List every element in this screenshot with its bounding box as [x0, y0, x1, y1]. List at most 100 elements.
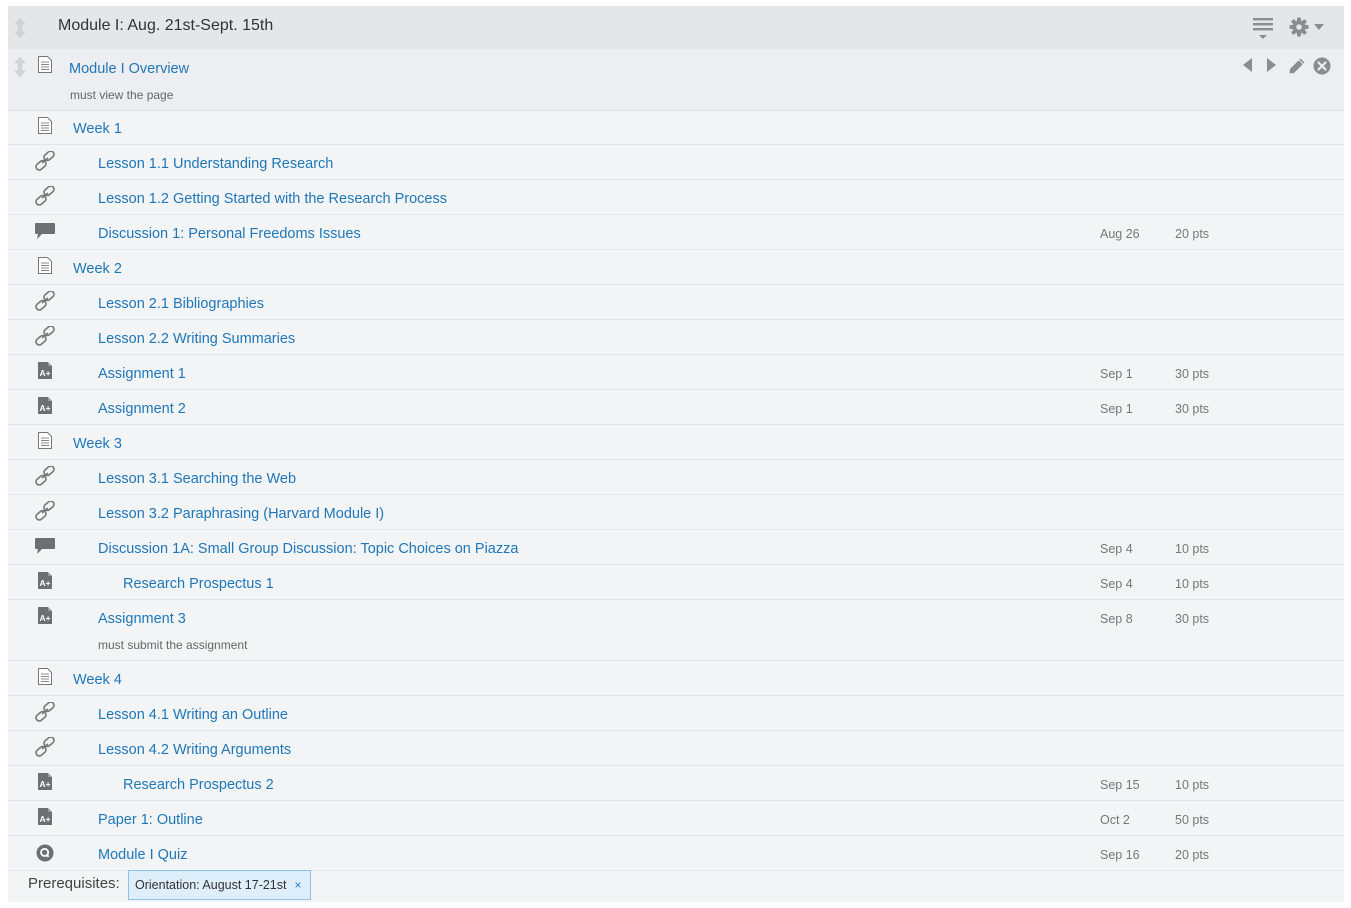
- due-date: Sep 4: [1100, 542, 1133, 556]
- page-icon: [37, 116, 59, 138]
- svg-text:A+: A+: [40, 814, 51, 824]
- module-item: Week 2: [8, 250, 1344, 285]
- module-item-title[interactable]: Lesson 4.2 Writing Arguments: [98, 742, 291, 758]
- assignment-icon: A+: [37, 606, 59, 628]
- assignment-icon: A+: [37, 571, 59, 593]
- module-item-title[interactable]: Lesson 1.2 Getting Started with the Rese…: [98, 191, 447, 207]
- module-item: Lesson 3.2 Paraphrasing (Harvard Module …: [8, 495, 1344, 530]
- module-item: A+ Research Prospectus 2 Sep 15 10 pts: [8, 766, 1344, 801]
- module-item-overview: Module I Overview must view the page: [8, 49, 1344, 111]
- prerequisites: Prerequisites: Orientation: August 17-21…: [8, 870, 1344, 902]
- link-icon: [34, 701, 56, 724]
- module-item: A+ Paper 1: Outline Oct 2 50 pts: [8, 801, 1344, 836]
- discussion-icon: [34, 221, 56, 243]
- module-item: A+ Assignment 3 must submit the assignment…: [8, 600, 1344, 661]
- svg-text:A+: A+: [40, 368, 51, 378]
- module-item: Discussion 1A: Small Group Discussion: T…: [8, 530, 1344, 565]
- page-icon: [37, 667, 59, 689]
- module-item-title[interactable]: Research Prospectus 2: [123, 777, 274, 793]
- points-possible: 20 pts: [1175, 848, 1210, 862]
- link-icon: [34, 736, 56, 759]
- points-possible: 50 pts: [1175, 813, 1210, 827]
- module-item: Lesson 1.2 Getting Started with the Rese…: [8, 180, 1344, 215]
- assignment-icon: A+: [37, 772, 59, 794]
- module-item-title[interactable]: Discussion 1: Personal Freedoms Issues: [98, 226, 361, 242]
- module-item-title[interactable]: Assignment 3: [98, 611, 186, 627]
- points-possible: 10 pts: [1175, 542, 1210, 556]
- module-header: Module I: Aug. 21st-Sept. 15th: [8, 6, 1344, 50]
- drag-handle-icon[interactable]: [13, 17, 27, 39]
- due-date: Sep 1: [1100, 402, 1133, 416]
- move-left-icon[interactable]: [1241, 57, 1255, 73]
- module-item-title[interactable]: Lesson 4.1 Writing an Outline: [98, 707, 288, 723]
- svg-text:A+: A+: [40, 613, 51, 623]
- due-date: Sep 1: [1100, 367, 1133, 381]
- module-item-title[interactable]: Discussion 1A: Small Group Discussion: T…: [98, 541, 518, 557]
- module-item-title[interactable]: Research Prospectus 1: [123, 576, 274, 592]
- module-item: Discussion 1: Personal Freedoms Issues Au…: [8, 215, 1344, 250]
- prerequisite-tag[interactable]: Orientation: August 17-21st ×: [128, 870, 311, 900]
- due-date: Sep 16: [1100, 848, 1140, 862]
- gear-icon[interactable]: [1289, 17, 1309, 37]
- module-item: Week 4: [8, 661, 1344, 696]
- drag-handle-icon[interactable]: [13, 56, 27, 78]
- prerequisite-tag-label: Orientation: August 17-21st: [135, 877, 287, 892]
- module-item-title[interactable]: Lesson 1.1 Understanding Research: [98, 156, 333, 172]
- module-item-title[interactable]: Lesson 3.1 Searching the Web: [98, 471, 296, 487]
- module-item-title[interactable]: Lesson 3.2 Paraphrasing (Harvard Module …: [98, 506, 384, 522]
- module-item-title[interactable]: Week 4: [73, 672, 122, 688]
- reorder-list-icon[interactable]: [1251, 16, 1275, 40]
- module-item-title[interactable]: Paper 1: Outline: [98, 812, 203, 828]
- quiz-icon: [36, 844, 58, 866]
- due-date: Sep 4: [1100, 577, 1133, 591]
- module-item-title[interactable]: Week 1: [73, 121, 122, 137]
- points-possible: 30 pts: [1175, 367, 1210, 381]
- module-item: A+ Assignment 1 Sep 1 30 pts: [8, 355, 1344, 390]
- points-possible: 10 pts: [1175, 778, 1210, 792]
- remove-prerequisite-icon[interactable]: ×: [294, 871, 301, 900]
- link-icon: [34, 150, 56, 173]
- module-item: Lesson 2.1 Bibliographies: [8, 285, 1344, 320]
- module-item-title[interactable]: Lesson 2.2 Writing Summaries: [98, 331, 295, 347]
- link-icon: [34, 290, 56, 313]
- svg-text:A+: A+: [40, 403, 51, 413]
- module-item: Module I Quiz Sep 16 20 pts: [8, 836, 1344, 871]
- module-item: Lesson 3.1 Searching the Web: [8, 460, 1344, 495]
- svg-text:A+: A+: [40, 779, 51, 789]
- page-icon: [38, 56, 52, 73]
- module-item: A+ Assignment 2 Sep 1 30 pts: [8, 390, 1344, 425]
- pencil-icon[interactable]: [1288, 57, 1306, 75]
- page-icon: [37, 256, 59, 278]
- module-item-title[interactable]: Assignment 1: [98, 366, 186, 382]
- link-icon: [34, 185, 56, 208]
- completion-requirement: must view the page: [70, 88, 174, 102]
- module-item-title[interactable]: Lesson 2.1 Bibliographies: [98, 296, 264, 312]
- move-right-icon[interactable]: [1264, 57, 1278, 73]
- due-date: Sep 8: [1100, 612, 1133, 626]
- due-date: Oct 2: [1100, 813, 1130, 827]
- link-icon: [34, 500, 56, 523]
- module-item: A+ Research Prospectus 1 Sep 4 10 pts: [8, 565, 1344, 600]
- module-item-title[interactable]: Week 2: [73, 261, 122, 277]
- remove-icon[interactable]: [1313, 57, 1331, 75]
- module-item: Lesson 4.2 Writing Arguments: [8, 731, 1344, 766]
- module-item: Lesson 1.1 Understanding Research: [8, 145, 1344, 180]
- module: Module I: Aug. 21st-Sept. 15th Module I …: [8, 6, 1344, 902]
- module-item-title[interactable]: Week 3: [73, 436, 122, 452]
- assignment-icon: A+: [37, 396, 59, 418]
- link-icon: [34, 465, 56, 488]
- module-item-title[interactable]: Module I Quiz: [98, 847, 187, 863]
- module-item: Week 3: [8, 425, 1344, 460]
- assignment-icon: A+: [37, 361, 59, 383]
- module-item: Lesson 2.2 Writing Summaries: [8, 320, 1344, 355]
- due-date: Aug 26: [1100, 227, 1140, 241]
- points-possible: 30 pts: [1175, 612, 1210, 626]
- module-item-title[interactable]: Assignment 2: [98, 401, 186, 417]
- module-title: Module I: Aug. 21st-Sept. 15th: [58, 17, 274, 34]
- points-possible: 20 pts: [1175, 227, 1210, 241]
- prerequisites-label: Prerequisites:: [28, 875, 120, 892]
- module-item-title[interactable]: Module I Overview: [69, 61, 189, 77]
- completion-requirement: must submit the assignment: [98, 638, 248, 652]
- points-possible: 10 pts: [1175, 577, 1210, 591]
- chevron-down-icon[interactable]: [1314, 23, 1324, 31]
